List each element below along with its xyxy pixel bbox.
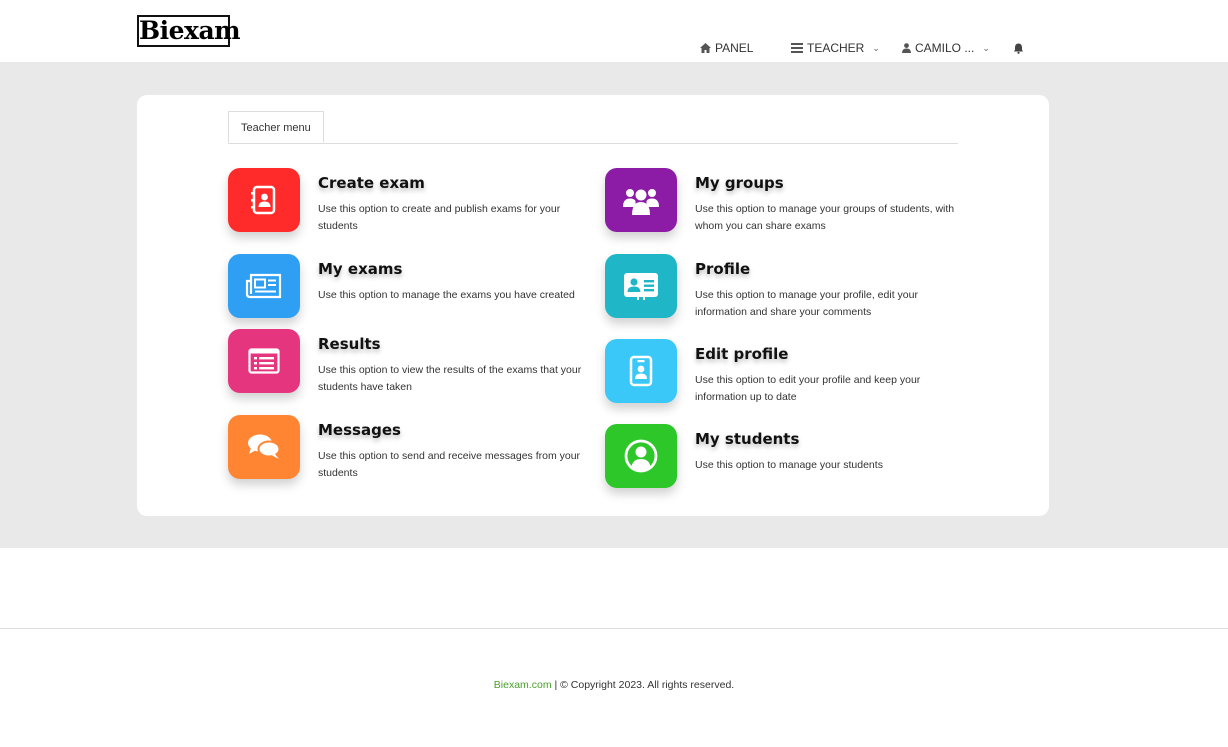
address-book-icon xyxy=(251,185,276,215)
list-icon xyxy=(791,43,803,53)
user-icon xyxy=(902,43,911,53)
footer: Biexam.com | © Copyright 2023. All right… xyxy=(0,679,1228,691)
profile-tile[interactable] xyxy=(605,254,677,318)
menu-item-my-students[interactable]: My students Use this option to manage yo… xyxy=(605,424,965,494)
footer-copyright: | © Copyright 2023. All rights reserved. xyxy=(554,679,735,691)
nav-panel[interactable]: PANEL xyxy=(700,40,753,56)
comments-icon xyxy=(248,434,281,459)
profile-title: Profile xyxy=(695,260,751,278)
chevron-down-icon: ⌄ xyxy=(982,42,990,53)
nav-teacher-label: TEACHER xyxy=(807,41,865,55)
results-tile[interactable] xyxy=(228,329,300,393)
menu-item-my-groups[interactable]: My groups Use this option to manage your… xyxy=(605,168,965,238)
my-exams-description: Use this option to manage the exams you … xyxy=(318,289,575,301)
edit-profile-title: Edit profile xyxy=(695,345,789,363)
users-icon xyxy=(623,189,659,215)
edit-profile-description: Use this option to edit your profile and… xyxy=(695,374,921,403)
user-circle-icon xyxy=(624,439,658,473)
messages-description: Use this option to send and receive mess… xyxy=(318,450,581,479)
profile-description: Use this option to manage your profile, … xyxy=(695,289,918,318)
edit-profile-tile[interactable] xyxy=(605,339,677,403)
results-title: Results xyxy=(318,335,381,353)
nav-notifications[interactable] xyxy=(1013,40,1024,56)
menu-item-profile[interactable]: Profile Use this option to manage your p… xyxy=(605,254,965,324)
my-students-title: My students xyxy=(695,430,800,448)
create-exam-tile[interactable] xyxy=(228,168,300,232)
menu-item-my-exams[interactable]: My exams Use this option to manage the e… xyxy=(228,254,588,324)
menu-item-create-exam[interactable]: Create exam Use this option to create an… xyxy=(228,168,588,238)
top-header: Biexam PANEL TEACHER ⌄ CAMILO ... ⌄ xyxy=(0,0,1228,62)
list-alt-icon xyxy=(248,348,280,374)
bell-icon xyxy=(1013,43,1024,54)
id-badge-icon xyxy=(629,355,653,387)
chevron-down-icon: ⌄ xyxy=(872,42,880,53)
my-students-description: Use this option to manage your students xyxy=(695,459,883,471)
create-exam-description: Use this option to create and publish ex… xyxy=(318,203,561,232)
nav-user-label: CAMILO ... xyxy=(915,41,975,55)
messages-title: Messages xyxy=(318,421,401,439)
home-icon xyxy=(700,43,711,53)
messages-tile[interactable] xyxy=(228,415,300,479)
newspaper-icon xyxy=(245,273,282,299)
nav-user-dropdown[interactable]: CAMILO ... ⌄ xyxy=(902,40,990,56)
my-students-tile[interactable] xyxy=(605,424,677,488)
tab-bar: Teacher menu xyxy=(228,111,958,144)
footer-divider xyxy=(0,628,1228,629)
menu-item-messages[interactable]: Messages Use this option to send and rec… xyxy=(228,415,588,485)
id-card-icon xyxy=(624,273,658,300)
nav-teacher-dropdown[interactable]: TEACHER ⌄ xyxy=(791,40,880,56)
tab-teacher-menu[interactable]: Teacher menu xyxy=(228,111,324,143)
menu-item-results[interactable]: Results Use this option to view the resu… xyxy=(228,329,588,399)
nav-panel-label: PANEL xyxy=(715,41,754,55)
footer-site-link[interactable]: Biexam.com xyxy=(494,679,552,691)
create-exam-title: Create exam xyxy=(318,174,425,192)
biexam-logo[interactable]: Biexam xyxy=(137,15,241,47)
results-description: Use this option to view the results of t… xyxy=(318,364,582,393)
my-groups-title: My groups xyxy=(695,174,784,192)
menu-item-edit-profile[interactable]: Edit profile Use this option to edit you… xyxy=(605,339,965,409)
my-exams-tile[interactable] xyxy=(228,254,300,318)
my-groups-description: Use this option to manage your groups of… xyxy=(695,203,955,232)
my-exams-title: My exams xyxy=(318,260,403,278)
my-groups-tile[interactable] xyxy=(605,168,677,232)
